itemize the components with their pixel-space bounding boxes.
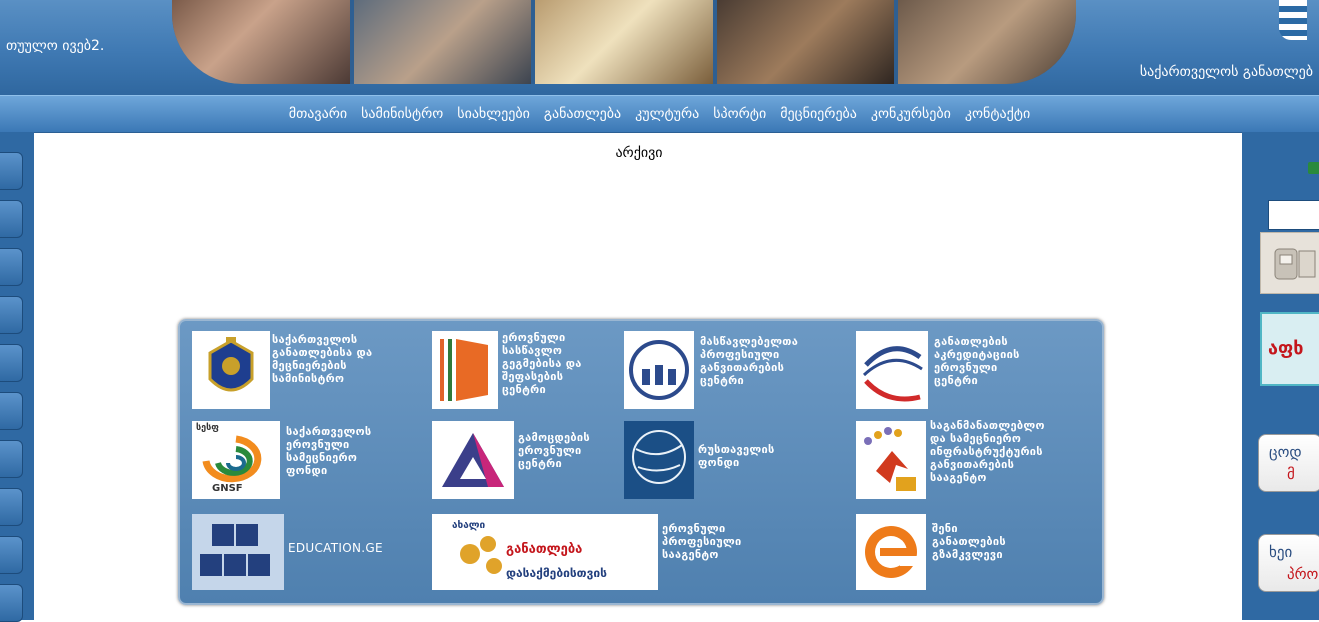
header-photo <box>898 0 1076 84</box>
partner-label: ეროვნული სასწავლო გეგმებისა და შეფასების… <box>502 331 582 396</box>
nav-items: მთავარი სამინისტრო სიახლეები განათლება კ… <box>0 96 1319 132</box>
sidebar-button-2[interactable]: ხეი პროფ <box>1258 534 1319 592</box>
header-right-text: საქართველოს განათლებ <box>1139 64 1313 80</box>
partner-label: განათლების აკრედიტაციის ეროვნული ცენტრი <box>934 335 1020 387</box>
partner-label: გამოცდების ეროვნული ცენტრი <box>518 431 590 470</box>
partner-infrastructure-agency[interactable]: საგანმანათლებლო და სამეცნიერო ინფრასტრუქ… <box>856 419 1092 501</box>
nav-item-ministry[interactable]: სამინისტრო <box>361 106 443 122</box>
ministry-emblem-icon <box>192 331 270 409</box>
partner-label: ეროვნული პროფესიული სააგენტო <box>662 522 742 561</box>
left-sidebar <box>0 132 34 622</box>
exams-center-logo-icon <box>432 421 514 499</box>
header-photo <box>172 0 350 84</box>
partner-e-guide[interactable]: შენი განათლების გზამკვლევი <box>856 514 1076 592</box>
partner-label: შენი განათლების გზამკვლევი <box>932 522 1006 561</box>
partner-rustaveli-fund[interactable]: რუსთაველის ფონდი <box>624 421 824 501</box>
left-sidebar-tab[interactable] <box>0 248 23 286</box>
header-photo <box>716 0 895 84</box>
professional-logo-mid-text: განათლება <box>506 542 583 557</box>
flag-icon <box>1279 0 1307 40</box>
left-sidebar-tab[interactable] <box>0 392 23 430</box>
nav-item-news[interactable]: სიახლეები <box>457 106 530 122</box>
left-sidebar-tab[interactable] <box>0 296 23 334</box>
left-sidebar-tab[interactable] <box>0 536 23 574</box>
nav-item-sport[interactable]: სპორტი <box>713 106 766 122</box>
sidebar-button-2-line1: ხეი <box>1269 544 1293 561</box>
partner-exams-center[interactable]: გამოცდების ეროვნული ცენტრი <box>432 421 622 501</box>
partner-label: რუსთაველის ფონდი <box>698 443 775 469</box>
partners-panel: საქართველოს განათლებისა და მეცნიერების ს… <box>178 319 1104 605</box>
nav-item-education[interactable]: განათლება <box>544 106 621 122</box>
sidebar-button-2-line2: პროფ <box>1287 566 1319 583</box>
phone-icon[interactable] <box>1260 232 1319 294</box>
partner-label: მასწავლებელთა პროფესიული განვითარების ცე… <box>700 335 799 387</box>
abkhazia-banner[interactable]: აფხ <box>1260 312 1319 386</box>
left-sidebar-tab[interactable] <box>0 488 23 526</box>
sidebar-button-1[interactable]: ცოდ მ <box>1258 434 1319 492</box>
search-input[interactable] <box>1268 200 1319 230</box>
partner-gnsf[interactable]: სესფ GNSF საქართველოს ეროვნული სამეცნიერ… <box>192 421 422 501</box>
partner-professional-agency[interactable]: ახალი განათლება დასაქმებისთვის ეროვნული … <box>432 514 742 592</box>
professional-logo-top-text: ახალი <box>452 520 486 531</box>
left-sidebar-tab[interactable] <box>0 344 23 382</box>
partner-teacher-development[interactable]: მასწავლებელთა პროფესიული განვითარების ცე… <box>624 331 844 411</box>
education-ge-cubes-icon <box>192 514 284 590</box>
left-sidebar-tab[interactable] <box>0 440 23 478</box>
professional-education-logo-icon: ახალი განათლება დასაქმებისთვის <box>432 514 658 590</box>
partner-label: საგანმანათლებლო და სამეცნიერო ინფრასტრუქ… <box>930 419 1045 484</box>
partner-curriculum-center[interactable]: ეროვნული სასწავლო გეგმებისა და შეფასების… <box>432 331 622 411</box>
header-photo-strip <box>172 0 1076 84</box>
professional-logo-bottom-text: დასაქმებისთვის <box>506 566 607 580</box>
sidebar-button-1-line2: მ <box>1287 466 1295 483</box>
teacher-development-logo-icon <box>624 331 694 409</box>
nav-item-science[interactable]: მეცნიერება <box>780 106 857 122</box>
partner-accreditation[interactable]: განათლების აკრედიტაციის ეროვნული ცენტრი <box>856 331 1086 411</box>
left-sidebar-tab[interactable] <box>0 200 23 238</box>
partner-ministry[interactable]: საქართველოს განათლებისა და მეცნიერების ს… <box>192 331 412 411</box>
e-guide-logo-icon <box>856 514 926 590</box>
gnsf-logo-top-text: სესფ <box>196 423 219 433</box>
nav-item-contact[interactable]: კონტაქტი <box>965 106 1030 122</box>
nav-item-home[interactable]: მთავარი <box>289 106 347 122</box>
banner-text: აფხ <box>1268 338 1304 359</box>
header-photo <box>535 0 713 84</box>
infrastructure-agency-logo-icon <box>856 421 926 499</box>
nav-item-culture[interactable]: კულტურა <box>635 106 699 122</box>
header-left-text: თუულო ივებ2. <box>6 38 105 54</box>
national-curriculum-logo-icon <box>432 331 498 409</box>
accreditation-logo-icon <box>856 331 928 409</box>
partner-education-ge[interactable]: EDUCATION.GE <box>192 514 422 592</box>
main-navigation: მთავარი სამინისტრო სიახლეები განათლება კ… <box>0 95 1319 133</box>
gnsf-logo-icon: სესფ GNSF <box>192 421 280 499</box>
nav-item-competitions[interactable]: კონკურსები <box>871 106 951 122</box>
partner-label: საქართველოს განათლებისა და მეცნიერების ს… <box>272 333 373 385</box>
page-title: არქივი <box>615 145 663 161</box>
site-header: თუულო ივებ2. საქართველოს განათლებ <box>0 0 1319 95</box>
partner-label: EDUCATION.GE <box>288 541 383 555</box>
right-sidebar: აფხ ცოდ მ ხეი პროფ <box>1242 132 1319 620</box>
header-photo <box>353 0 532 84</box>
green-indicator-icon <box>1308 162 1319 174</box>
left-sidebar-tab[interactable] <box>0 584 23 622</box>
phone-graphic <box>1274 248 1316 280</box>
gnsf-logo-bottom-text: GNSF <box>212 483 243 494</box>
rustaveli-fund-logo-icon <box>624 421 694 499</box>
sidebar-button-1-line1: ცოდ <box>1269 444 1302 461</box>
partner-label: საქართველოს ეროვნული სამეცნიერო ფონდი <box>286 425 372 477</box>
